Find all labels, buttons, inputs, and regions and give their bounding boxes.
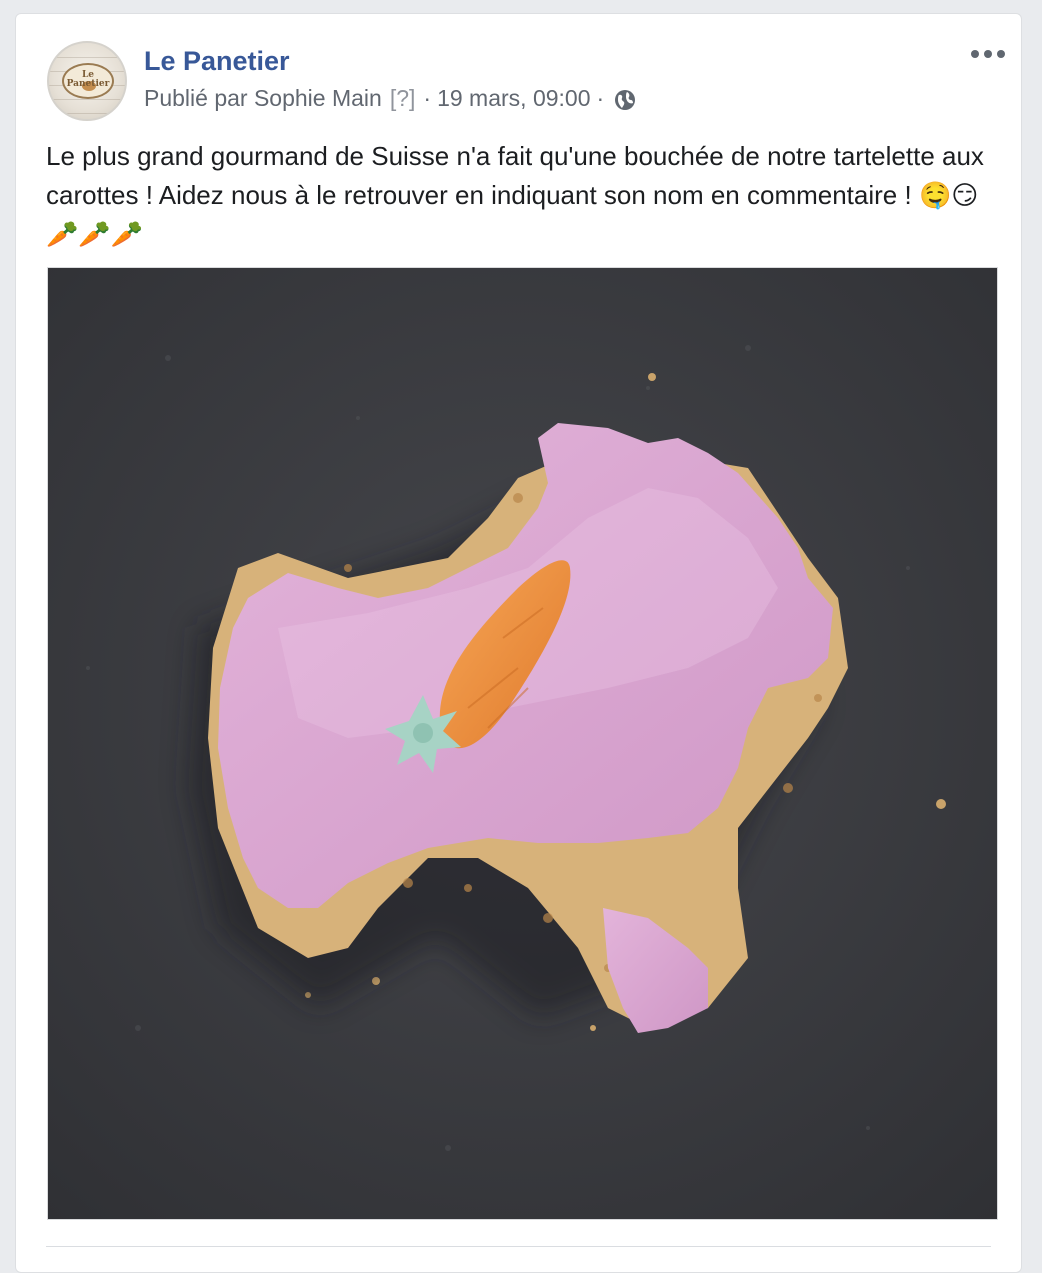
logo-text: Le Panetier	[66, 70, 110, 89]
more-options-icon[interactable]	[971, 44, 1005, 64]
help-marker[interactable]: [?]	[390, 83, 416, 113]
tartlet-photo-image	[48, 268, 997, 1219]
post-meta: Publié par Sophie Main [?] · 19 mars, 09…	[144, 83, 636, 113]
published-by[interactable]: Publié par Sophie Main	[144, 83, 382, 113]
post-message: Le plus grand gourmand de Suisse n'a fai…	[46, 137, 996, 255]
globe-icon[interactable]	[614, 88, 636, 110]
meta-separator: ·	[423, 85, 432, 111]
post-card: Le Panetier Le Panetier Publié par Sophi…	[15, 13, 1022, 1273]
card-divider	[46, 1246, 991, 1247]
post-timestamp[interactable]: 19 mars, 09:00	[437, 83, 590, 113]
bakery-logo-icon: Le Panetier	[62, 63, 114, 99]
post-photo[interactable]	[47, 267, 998, 1220]
meta-separator: ·	[596, 85, 605, 111]
page-avatar[interactable]: Le Panetier	[47, 41, 127, 121]
post-message-text: Le plus grand gourmand de Suisse n'a fai…	[46, 141, 984, 210]
page-name-link[interactable]: Le Panetier	[144, 46, 290, 76]
